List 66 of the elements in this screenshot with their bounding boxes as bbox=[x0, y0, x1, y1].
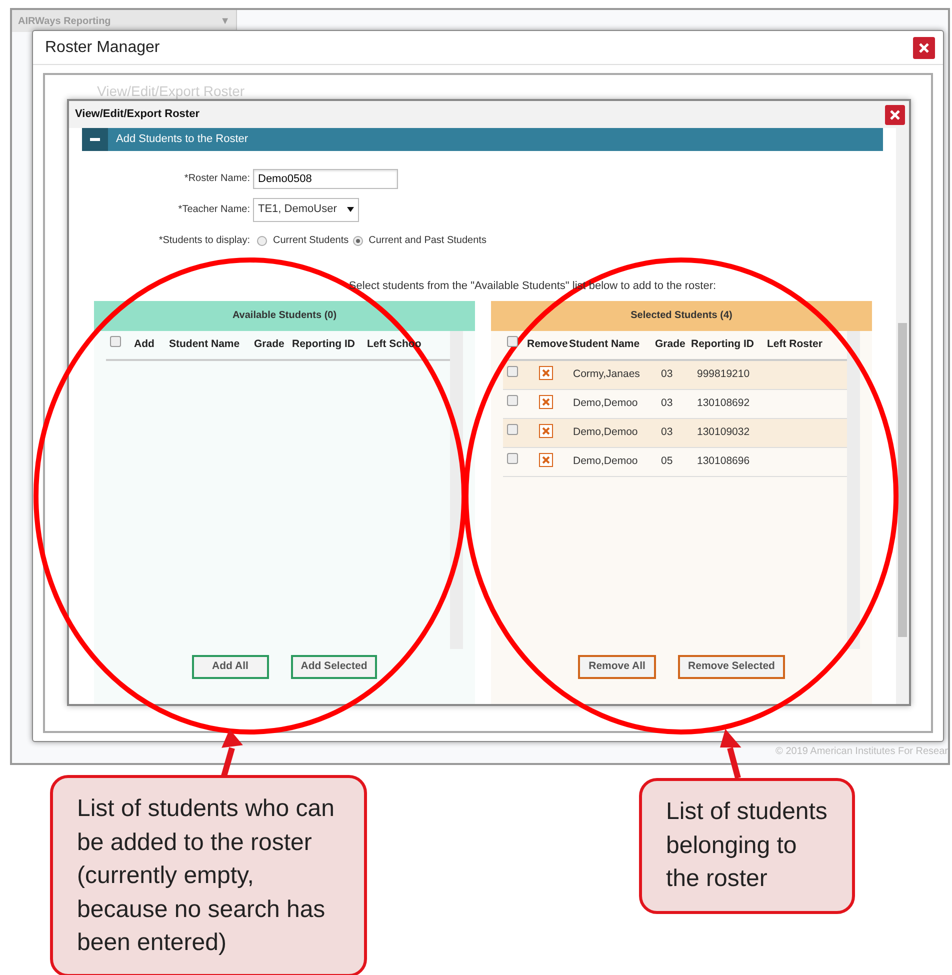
column-header: Remove bbox=[527, 336, 569, 352]
table-cell-text: Demo,Demoo bbox=[572, 454, 639, 469]
collapse-toggle[interactable] bbox=[82, 128, 108, 151]
close-button[interactable] bbox=[885, 104, 905, 124]
panel-header: Available Students (0) bbox=[94, 300, 475, 330]
add-selected-button[interactable]: Add Selected bbox=[290, 654, 378, 678]
radio-button[interactable] bbox=[352, 236, 363, 246]
field-label: *Teacher Name: bbox=[177, 203, 251, 217]
column-header: Grade bbox=[655, 336, 686, 352]
column-header: Grade bbox=[254, 336, 286, 352]
table-cell-text: Demo,Demoo bbox=[572, 424, 639, 440]
section-title: Add Students to the Roster bbox=[116, 132, 248, 148]
table-cell-text: 05 bbox=[660, 454, 674, 469]
close-icon bbox=[542, 369, 550, 378]
close-icon bbox=[542, 398, 550, 406]
remove-selected-button[interactable]: Remove Selected bbox=[678, 654, 785, 678]
column-header: Reporting ID bbox=[292, 336, 356, 352]
table-cell-text: 03 bbox=[660, 396, 674, 411]
caret-icon bbox=[346, 207, 354, 212]
minus-icon bbox=[90, 138, 100, 141]
row-checkbox[interactable] bbox=[507, 395, 518, 406]
table-cell-text: 03 bbox=[660, 366, 674, 382]
remove-button[interactable] bbox=[539, 366, 553, 380]
field-label: *Students to display: bbox=[158, 234, 251, 248]
column-header: Add bbox=[134, 336, 156, 352]
callout: List of students who can be added to the roster (currently empty, because no search has been entered) bbox=[50, 775, 367, 975]
table-cell-text: 130108696 bbox=[696, 454, 751, 469]
table-cell-text: Cormy,Janaes bbox=[572, 366, 641, 382]
column-header: Left Roster bbox=[767, 336, 824, 352]
callout: List of students belonging to the roster bbox=[639, 778, 855, 914]
table-cell-text: 03 bbox=[660, 424, 674, 440]
arrow bbox=[720, 728, 742, 779]
select-all-checkbox[interactable] bbox=[507, 336, 518, 348]
table-cell-text: Demo,Demoo bbox=[572, 396, 639, 411]
roster-name-field[interactable]: Demo0508 bbox=[253, 168, 398, 188]
table-cell-text: 130108692 bbox=[696, 396, 751, 411]
radio-label: Current Students bbox=[273, 234, 349, 248]
radio-label: Current and Past Students bbox=[368, 234, 486, 248]
row-checkbox[interactable] bbox=[507, 453, 518, 464]
app-title: AIRWays Reporting bbox=[18, 14, 111, 28]
field-label: *Roster Name: bbox=[183, 172, 251, 186]
add-all-button[interactable]: Add All bbox=[192, 654, 269, 678]
column-header: Reporting ID bbox=[691, 336, 755, 352]
column-header: Student Name bbox=[569, 336, 641, 352]
close-icon bbox=[542, 456, 550, 464]
dialog-title: View/Edit/Export Roster bbox=[75, 107, 200, 122]
remove-button[interactable] bbox=[539, 424, 553, 438]
table-cell-text: 130109032 bbox=[696, 424, 751, 440]
column-header: Student Name bbox=[169, 336, 241, 352]
close-icon bbox=[542, 427, 550, 436]
close-icon bbox=[919, 42, 929, 52]
close-button[interactable] bbox=[913, 36, 935, 58]
teacher-select[interactable]: TE1, DemoUser bbox=[253, 198, 359, 222]
row-checkbox[interactable] bbox=[507, 424, 518, 436]
table-cell-text: 999819210 bbox=[696, 366, 751, 382]
select-all-checkbox[interactable] bbox=[110, 336, 121, 348]
arrow bbox=[221, 729, 243, 777]
copyright-text: © 2019 American Institutes For Resear bbox=[776, 745, 948, 759]
radio-button[interactable] bbox=[257, 236, 267, 246]
close-icon bbox=[890, 110, 900, 120]
remove-button[interactable] bbox=[539, 453, 553, 468]
row-checkbox[interactable] bbox=[507, 366, 518, 378]
modal-title: Roster Manager bbox=[45, 38, 160, 58]
remove-button[interactable] bbox=[539, 395, 553, 410]
panel-header: Selected Students (4) bbox=[491, 300, 872, 330]
remove-all-button[interactable]: Remove All bbox=[578, 654, 656, 678]
